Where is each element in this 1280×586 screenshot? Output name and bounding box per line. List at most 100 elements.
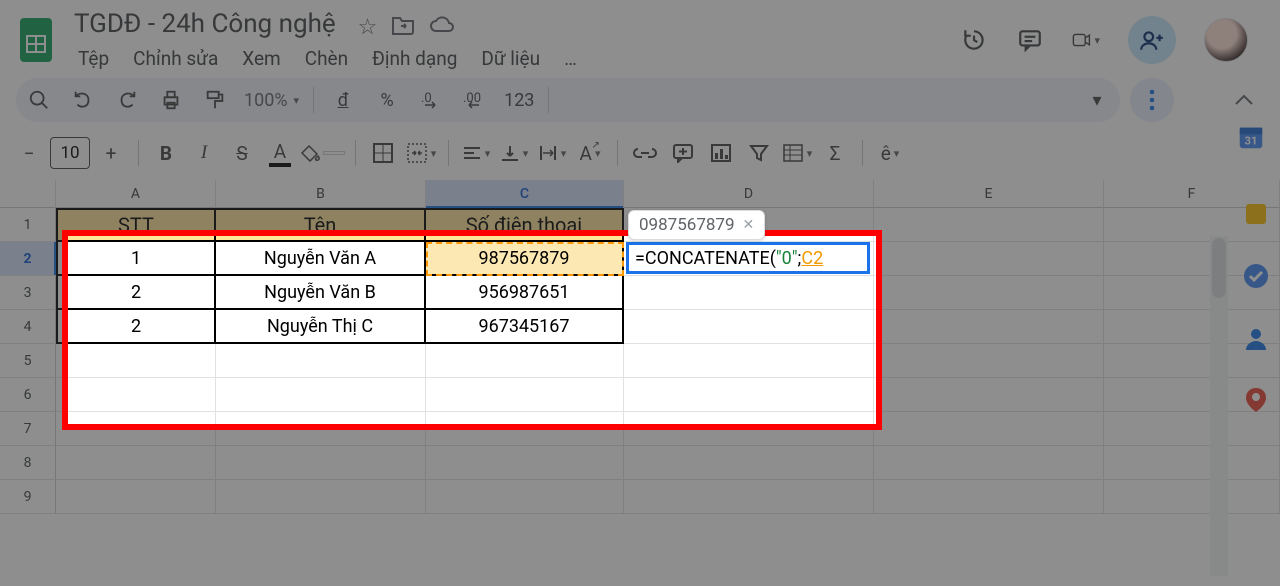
cell-C4[interactable]: 967345167 bbox=[426, 310, 624, 344]
row-header-2[interactable]: 2 bbox=[0, 242, 56, 276]
maps-sidebar-icon[interactable] bbox=[1242, 386, 1270, 414]
tasks-sidebar-icon[interactable] bbox=[1242, 262, 1270, 290]
cell-A4[interactable]: 2 bbox=[56, 310, 216, 344]
cell-E2[interactable] bbox=[874, 242, 1104, 276]
increase-decimal-button[interactable]: .00 bbox=[460, 85, 490, 115]
percent-button[interactable]: % bbox=[372, 85, 402, 115]
cell-D3[interactable] bbox=[624, 276, 874, 310]
select-all-corner[interactable] bbox=[0, 180, 56, 208]
cell-E1[interactable] bbox=[874, 208, 1104, 242]
cell-B4[interactable]: Nguyễn Thị C bbox=[216, 310, 426, 344]
cloud-status-icon[interactable] bbox=[429, 15, 455, 40]
bold-button[interactable]: B bbox=[149, 136, 183, 170]
row-header-4[interactable]: 4 bbox=[0, 310, 56, 344]
svg-text:.00: .00 bbox=[463, 91, 481, 106]
borders-button[interactable] bbox=[366, 136, 400, 170]
move-folder-icon[interactable] bbox=[391, 15, 415, 40]
menu-bar: Tệp Chỉnh sửa Xem Chèn Định dạng Dữ liệu… bbox=[68, 43, 960, 74]
cell-A3[interactable]: 2 bbox=[56, 276, 216, 310]
row-header-5[interactable]: 5 bbox=[0, 344, 56, 378]
insert-comment-button[interactable] bbox=[666, 136, 700, 170]
menu-edit[interactable]: Chỉnh sửa bbox=[123, 43, 228, 74]
merge-cells-button[interactable] bbox=[404, 136, 438, 170]
filter-button[interactable] bbox=[742, 136, 776, 170]
keep-sidebar-icon[interactable] bbox=[1242, 200, 1270, 228]
tooltip-value: 0987567879 bbox=[639, 215, 735, 235]
more-options-button[interactable] bbox=[1130, 78, 1174, 122]
vertical-scrollbar[interactable] bbox=[1210, 236, 1228, 576]
cell-C2[interactable]: 987567879 bbox=[426, 242, 624, 276]
menu-view[interactable]: Xem bbox=[232, 43, 290, 74]
row-header-9[interactable]: 9 bbox=[0, 480, 56, 514]
decrease-decimal-button[interactable]: .0 bbox=[416, 85, 446, 115]
collapse-toolbar-icon[interactable] bbox=[1224, 94, 1264, 106]
meet-icon[interactable] bbox=[1072, 26, 1100, 54]
text-rotation-button[interactable]: A↗ bbox=[573, 136, 607, 170]
star-icon[interactable]: ☆ bbox=[358, 15, 378, 40]
cell-E4[interactable] bbox=[874, 310, 1104, 344]
strikethrough-button[interactable]: S bbox=[225, 136, 259, 170]
history-icon[interactable] bbox=[960, 26, 988, 54]
row-header-7[interactable]: 7 bbox=[0, 412, 56, 446]
zoom-selector[interactable]: 100%▾ bbox=[244, 85, 299, 115]
row-header-6[interactable]: 6 bbox=[0, 378, 56, 412]
cell-D4[interactable] bbox=[624, 310, 874, 344]
calendar-sidebar-icon[interactable]: 31 bbox=[1236, 122, 1272, 158]
formula-result-tooltip: 0987567879 ✕ bbox=[628, 210, 765, 240]
contacts-sidebar-icon[interactable] bbox=[1242, 324, 1270, 352]
cell-A1[interactable]: STT bbox=[56, 208, 216, 242]
active-cell-D2[interactable]: =CONCATENATE("0";C2 bbox=[626, 242, 870, 274]
menu-file[interactable]: Tệp bbox=[68, 43, 119, 74]
comments-icon[interactable] bbox=[1016, 26, 1044, 54]
formula-function: CONCATENATE bbox=[645, 248, 770, 269]
cell-C3[interactable]: 956987651 bbox=[426, 276, 624, 310]
row-header-1[interactable]: 1 bbox=[0, 208, 56, 242]
text-wrap-button[interactable] bbox=[535, 136, 569, 170]
cell-E3[interactable] bbox=[874, 276, 1104, 310]
cell-C1[interactable]: Số điện thoại bbox=[426, 208, 624, 242]
tooltip-close-icon[interactable]: ✕ bbox=[743, 217, 755, 233]
col-header-D[interactable]: D bbox=[624, 180, 874, 208]
row-header-8[interactable]: 8 bbox=[0, 446, 56, 480]
italic-button[interactable]: I bbox=[187, 136, 221, 170]
fill-color-button[interactable] bbox=[301, 136, 345, 170]
input-tools-button[interactable]: ê bbox=[873, 136, 907, 170]
col-header-E[interactable]: E bbox=[874, 180, 1104, 208]
cell-A2[interactable]: 1 bbox=[56, 242, 216, 276]
col-header-A[interactable]: A bbox=[56, 180, 216, 208]
print-icon[interactable] bbox=[156, 85, 186, 115]
menu-data[interactable]: Dữ liệu bbox=[471, 43, 550, 74]
cell-B2[interactable]: Nguyễn Văn A bbox=[216, 242, 426, 276]
sheets-logo[interactable] bbox=[16, 14, 56, 66]
doc-title[interactable]: TGDĐ - 24h Công nghệ bbox=[68, 7, 342, 41]
menu-format[interactable]: Định dạng bbox=[362, 43, 467, 74]
cell-B3[interactable]: Nguyễn Văn B bbox=[216, 276, 426, 310]
vertical-align-button[interactable] bbox=[497, 136, 531, 170]
row-header-3[interactable]: 3 bbox=[0, 276, 56, 310]
paint-format-icon[interactable] bbox=[200, 85, 230, 115]
col-header-C[interactable]: C bbox=[426, 180, 624, 208]
share-button[interactable] bbox=[1128, 16, 1176, 64]
font-size-input[interactable]: 10 bbox=[50, 137, 90, 169]
horizontal-align-button[interactable] bbox=[459, 136, 493, 170]
search-icon[interactable] bbox=[24, 85, 54, 115]
undo-icon[interactable] bbox=[68, 85, 98, 115]
cell-B1[interactable]: Tên bbox=[216, 208, 426, 242]
redo-icon[interactable] bbox=[112, 85, 142, 115]
currency-button[interactable]: đ bbox=[328, 85, 358, 115]
menu-insert[interactable]: Chèn bbox=[295, 43, 358, 74]
toolbar-dropdown-icon[interactable]: ▾ bbox=[1082, 85, 1112, 115]
filter-views-button[interactable] bbox=[780, 136, 814, 170]
insert-chart-button[interactable] bbox=[704, 136, 738, 170]
number-format-button[interactable]: 123 bbox=[504, 85, 534, 115]
formula-cell-ref: C2 bbox=[801, 248, 823, 269]
account-avatar[interactable] bbox=[1204, 18, 1248, 62]
svg-text:.0: .0 bbox=[421, 91, 432, 106]
insert-link-button[interactable] bbox=[628, 136, 662, 170]
decrease-font-size-button[interactable]: − bbox=[12, 136, 46, 170]
menu-more[interactable]: … bbox=[554, 43, 587, 74]
functions-button[interactable]: Σ bbox=[818, 136, 852, 170]
col-header-B[interactable]: B bbox=[216, 180, 426, 208]
text-color-button[interactable]: A bbox=[263, 136, 297, 170]
increase-font-size-button[interactable]: + bbox=[94, 136, 128, 170]
